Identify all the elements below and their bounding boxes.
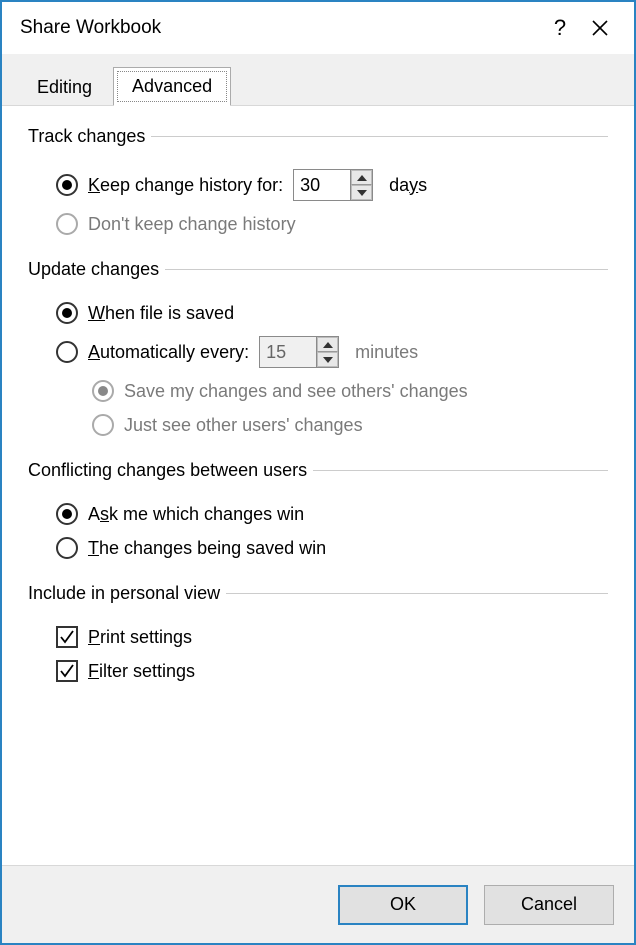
share-workbook-dialog: Share Workbook ? Editing Advanced Track …: [0, 0, 636, 945]
spinner-days: [293, 169, 373, 201]
ok-button[interactable]: OK: [338, 885, 468, 925]
chevron-down-icon: [323, 357, 333, 363]
check-icon: [59, 663, 75, 679]
row-print-settings: Print settings: [28, 620, 608, 654]
label-print-settings[interactable]: Print settings: [88, 627, 192, 648]
group-header: Update changes: [28, 259, 608, 280]
group-header: Include in personal view: [28, 583, 608, 604]
spinner-minutes: [259, 336, 339, 368]
row-saved-win: The changes being saved win: [28, 531, 608, 565]
group-header: Conflicting changes between users: [28, 460, 608, 481]
radio-ask-me[interactable]: [56, 503, 78, 525]
minutes-spin-down: [317, 352, 338, 367]
label-ask-me[interactable]: Ask me which changes win: [88, 504, 304, 525]
close-button[interactable]: [580, 19, 620, 37]
radio-when-saved[interactable]: [56, 302, 78, 324]
radio-just-see: [92, 414, 114, 436]
label-dont-keep[interactable]: Don't keep change history: [88, 214, 296, 235]
row-ask-me: Ask me which changes win: [28, 497, 608, 531]
row-when-saved: When file is saved: [28, 296, 608, 330]
help-button[interactable]: ?: [540, 15, 580, 41]
row-keep-history: Keep change history for: days: [28, 163, 608, 207]
radio-keep-history[interactable]: [56, 174, 78, 196]
row-just-see: Just see other users' changes: [28, 408, 608, 442]
label-saved-win[interactable]: The changes being saved win: [88, 538, 326, 559]
tabstrip: Editing Advanced: [2, 54, 634, 106]
days-input[interactable]: [294, 170, 350, 200]
group-update-changes: Update changes When file is saved Automa…: [28, 259, 608, 442]
radio-save-mine: [92, 380, 114, 402]
label-minutes: minutes: [355, 342, 418, 363]
group-conflicts: Conflicting changes between users Ask me…: [28, 460, 608, 565]
cancel-button[interactable]: Cancel: [484, 885, 614, 925]
group-label: Conflicting changes between users: [28, 460, 307, 481]
group-label: Include in personal view: [28, 583, 220, 604]
days-spin-down[interactable]: [351, 185, 372, 200]
chevron-up-icon: [357, 175, 367, 181]
checkbox-filter-settings[interactable]: [56, 660, 78, 682]
row-auto-every: Automatically every: minutes: [28, 330, 608, 374]
minutes-input: [260, 337, 316, 367]
label-just-see: Just see other users' changes: [124, 415, 363, 436]
label-when-saved[interactable]: When file is saved: [88, 303, 234, 324]
dialog-title: Share Workbook: [20, 17, 540, 39]
titlebar: Share Workbook ?: [2, 2, 634, 54]
radio-dont-keep[interactable]: [56, 213, 78, 235]
row-filter-settings: Filter settings: [28, 654, 608, 688]
radio-saved-win[interactable]: [56, 537, 78, 559]
tab-content: Track changes Keep change history for: d…: [2, 106, 634, 865]
row-save-mine: Save my changes and see others' changes: [28, 374, 608, 408]
label-save-mine: Save my changes and see others' changes: [124, 381, 468, 402]
dialog-footer: OK Cancel: [2, 865, 634, 943]
checkbox-print-settings[interactable]: [56, 626, 78, 648]
group-label: Track changes: [28, 126, 145, 147]
group-personal-view: Include in personal view Print settings …: [28, 583, 608, 688]
check-icon: [59, 629, 75, 645]
group-track-changes: Track changes Keep change history for: d…: [28, 126, 608, 241]
close-icon: [591, 19, 609, 37]
label-filter-settings[interactable]: Filter settings: [88, 661, 195, 682]
label-auto-every[interactable]: Automatically every:: [88, 342, 249, 363]
label-keep-history[interactable]: Keep change history for:: [88, 175, 283, 196]
chevron-up-icon: [323, 342, 333, 348]
divider: [226, 593, 608, 594]
label-days: days: [389, 175, 427, 196]
tab-advanced[interactable]: Advanced: [113, 67, 231, 106]
radio-auto-every[interactable]: [56, 341, 78, 363]
chevron-down-icon: [357, 190, 367, 196]
divider: [313, 470, 608, 471]
divider: [165, 269, 608, 270]
group-label: Update changes: [28, 259, 159, 280]
tab-editing[interactable]: Editing: [18, 68, 111, 106]
divider: [151, 136, 608, 137]
row-dont-keep: Don't keep change history: [28, 207, 608, 241]
minutes-spin-up: [317, 337, 338, 352]
days-spin-up[interactable]: [351, 170, 372, 185]
group-header: Track changes: [28, 126, 608, 147]
